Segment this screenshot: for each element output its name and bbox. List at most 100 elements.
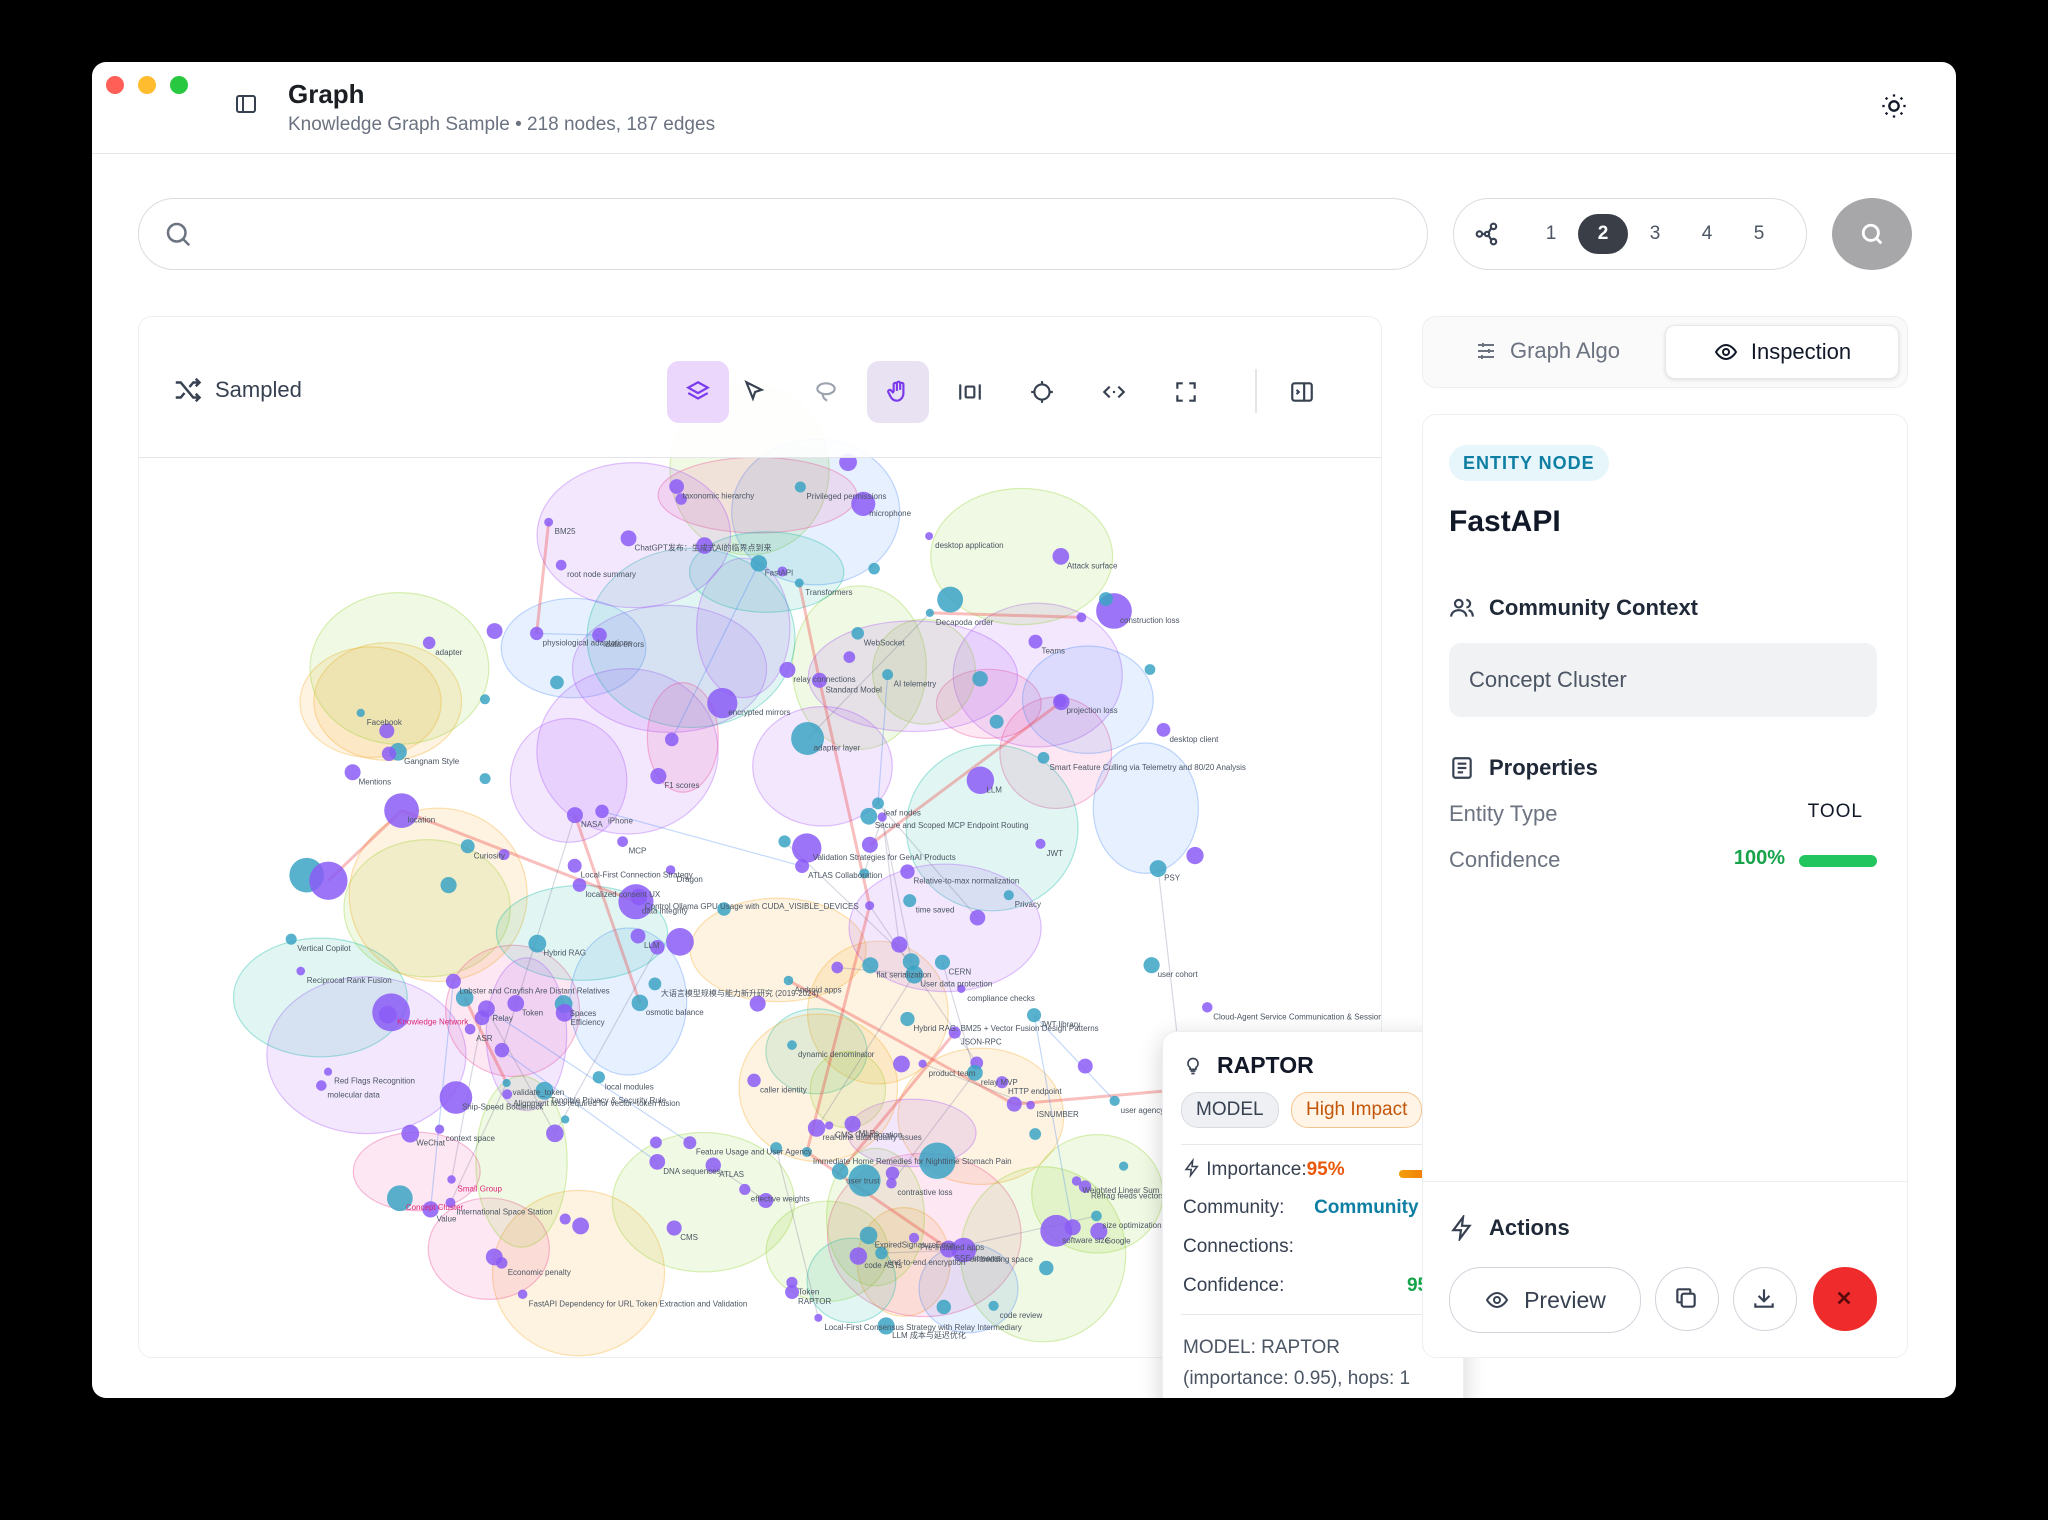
graph-node[interactable] <box>546 1124 564 1143</box>
graph-node[interactable] <box>831 961 844 974</box>
graph-node[interactable] <box>972 670 988 687</box>
graph-node[interactable] <box>886 1177 897 1189</box>
graph-node[interactable] <box>925 608 934 618</box>
pan-tool-button[interactable] <box>867 361 929 423</box>
graph-node[interactable] <box>474 1010 490 1026</box>
search-input[interactable] <box>209 211 1403 259</box>
graph-node[interactable] <box>550 675 564 690</box>
graph-node[interactable] <box>316 1080 327 1091</box>
graph-node[interactable] <box>885 1166 900 1180</box>
graph-node[interactable] <box>925 532 934 541</box>
graph-node[interactable] <box>683 1136 697 1150</box>
graph-node[interactable] <box>434 1124 445 1134</box>
graph-node[interactable] <box>666 928 694 956</box>
preview-button[interactable]: Preview <box>1449 1267 1641 1333</box>
graph-node[interactable] <box>296 966 306 976</box>
hop-option-5[interactable]: 5 <box>1734 214 1784 254</box>
graph-node[interactable] <box>460 839 475 854</box>
theme-toggle-sun-icon[interactable] <box>1880 92 1908 120</box>
graph-node[interactable] <box>530 626 544 641</box>
graph-node[interactable] <box>794 481 806 493</box>
graph-node[interactable] <box>1091 1210 1102 1222</box>
graph-node[interactable] <box>1099 592 1113 607</box>
graph-node[interactable] <box>861 836 878 853</box>
graph-node[interactable] <box>595 804 609 819</box>
graph-node[interactable] <box>865 901 875 911</box>
graph-node[interactable] <box>882 669 894 681</box>
graph-node[interactable] <box>1028 634 1043 649</box>
graph-node[interactable] <box>486 623 503 639</box>
graph-node[interactable] <box>794 578 804 588</box>
graph-node[interactable] <box>381 746 397 761</box>
graph-node[interactable] <box>989 714 1004 729</box>
graph-node[interactable] <box>309 861 348 900</box>
panel-toggle-button[interactable] <box>1271 361 1333 423</box>
hop-option-2[interactable]: 2 <box>1578 214 1628 254</box>
graph-node[interactable] <box>555 559 567 571</box>
graph-node[interactable] <box>1027 1008 1042 1023</box>
graph-node[interactable] <box>937 586 964 613</box>
graph-node[interactable] <box>988 1300 999 1311</box>
graph-node[interactable] <box>1156 723 1171 737</box>
graph-node[interactable] <box>1202 1002 1213 1013</box>
graph-node[interactable] <box>969 909 986 926</box>
graph-node[interactable] <box>648 977 662 991</box>
graph-node[interactable] <box>824 1121 834 1130</box>
tab-inspection[interactable]: Inspection <box>1665 325 1899 379</box>
graph-node[interactable] <box>356 708 365 718</box>
graph-node[interactable] <box>502 1089 513 1100</box>
graph-node[interactable] <box>1077 1058 1093 1074</box>
graph-node[interactable] <box>747 1073 761 1088</box>
graph-node[interactable] <box>1035 838 1046 849</box>
graph-node[interactable] <box>868 562 880 575</box>
graph-node[interactable] <box>1064 1219 1081 1236</box>
lasso-tool-button[interactable] <box>795 361 857 423</box>
graph-node[interactable] <box>479 773 491 785</box>
center-tool-button[interactable] <box>1011 361 1073 423</box>
hop-option-1[interactable]: 1 <box>1526 214 1576 254</box>
graph-node[interactable] <box>649 1136 662 1149</box>
graph-node[interactable] <box>447 1175 456 1184</box>
graph-node[interactable] <box>517 1289 528 1300</box>
graph-node[interactable] <box>749 995 766 1012</box>
graph-node[interactable] <box>778 835 791 848</box>
fit-width-tool-button[interactable] <box>939 361 1001 423</box>
copy-button[interactable] <box>1655 1267 1719 1331</box>
graph-node[interactable] <box>617 836 628 847</box>
graph-node[interactable] <box>561 1115 570 1124</box>
graph-node[interactable] <box>891 936 908 953</box>
graph-node[interactable] <box>479 694 490 705</box>
code-tool-button[interactable] <box>1083 361 1145 423</box>
graph-node[interactable] <box>786 1276 798 1289</box>
graph-node[interactable] <box>502 1078 511 1088</box>
graph-node[interactable] <box>422 636 436 650</box>
graph-node[interactable] <box>1039 1260 1054 1276</box>
graph-node[interactable] <box>918 1059 927 1068</box>
layers-tool-button[interactable] <box>667 361 729 423</box>
hop-option-3[interactable]: 3 <box>1630 214 1680 254</box>
graph-node[interactable] <box>1003 890 1014 901</box>
hop-option-4[interactable]: 4 <box>1682 214 1732 254</box>
graph-node[interactable] <box>664 732 679 747</box>
delete-button[interactable] <box>1813 1267 1877 1331</box>
graph-node[interactable] <box>559 1213 571 1225</box>
graph-node[interactable] <box>1037 751 1050 764</box>
graph-node[interactable] <box>544 517 554 527</box>
graph-node[interactable] <box>1186 846 1204 865</box>
graph-node[interactable] <box>936 1299 951 1315</box>
graph-node[interactable] <box>1144 664 1156 675</box>
graph-node[interactable] <box>1118 1161 1129 1171</box>
sidebar-toggle-icon[interactable] <box>234 92 258 116</box>
graph-node[interactable] <box>1006 1096 1022 1112</box>
graph-node[interactable] <box>1029 1128 1042 1140</box>
graph-node[interactable] <box>285 933 297 945</box>
graph-node[interactable] <box>440 877 457 894</box>
graph-node[interactable] <box>900 1011 915 1027</box>
graph-node[interactable] <box>903 894 917 908</box>
graph-node[interactable] <box>567 858 582 873</box>
fullscreen-tool-button[interactable] <box>1155 361 1217 423</box>
graph-node[interactable] <box>872 797 884 810</box>
tab-graph-algo[interactable]: Graph Algo <box>1433 325 1661 377</box>
search-button[interactable] <box>1832 198 1912 270</box>
graph-node[interactable] <box>494 1042 510 1058</box>
